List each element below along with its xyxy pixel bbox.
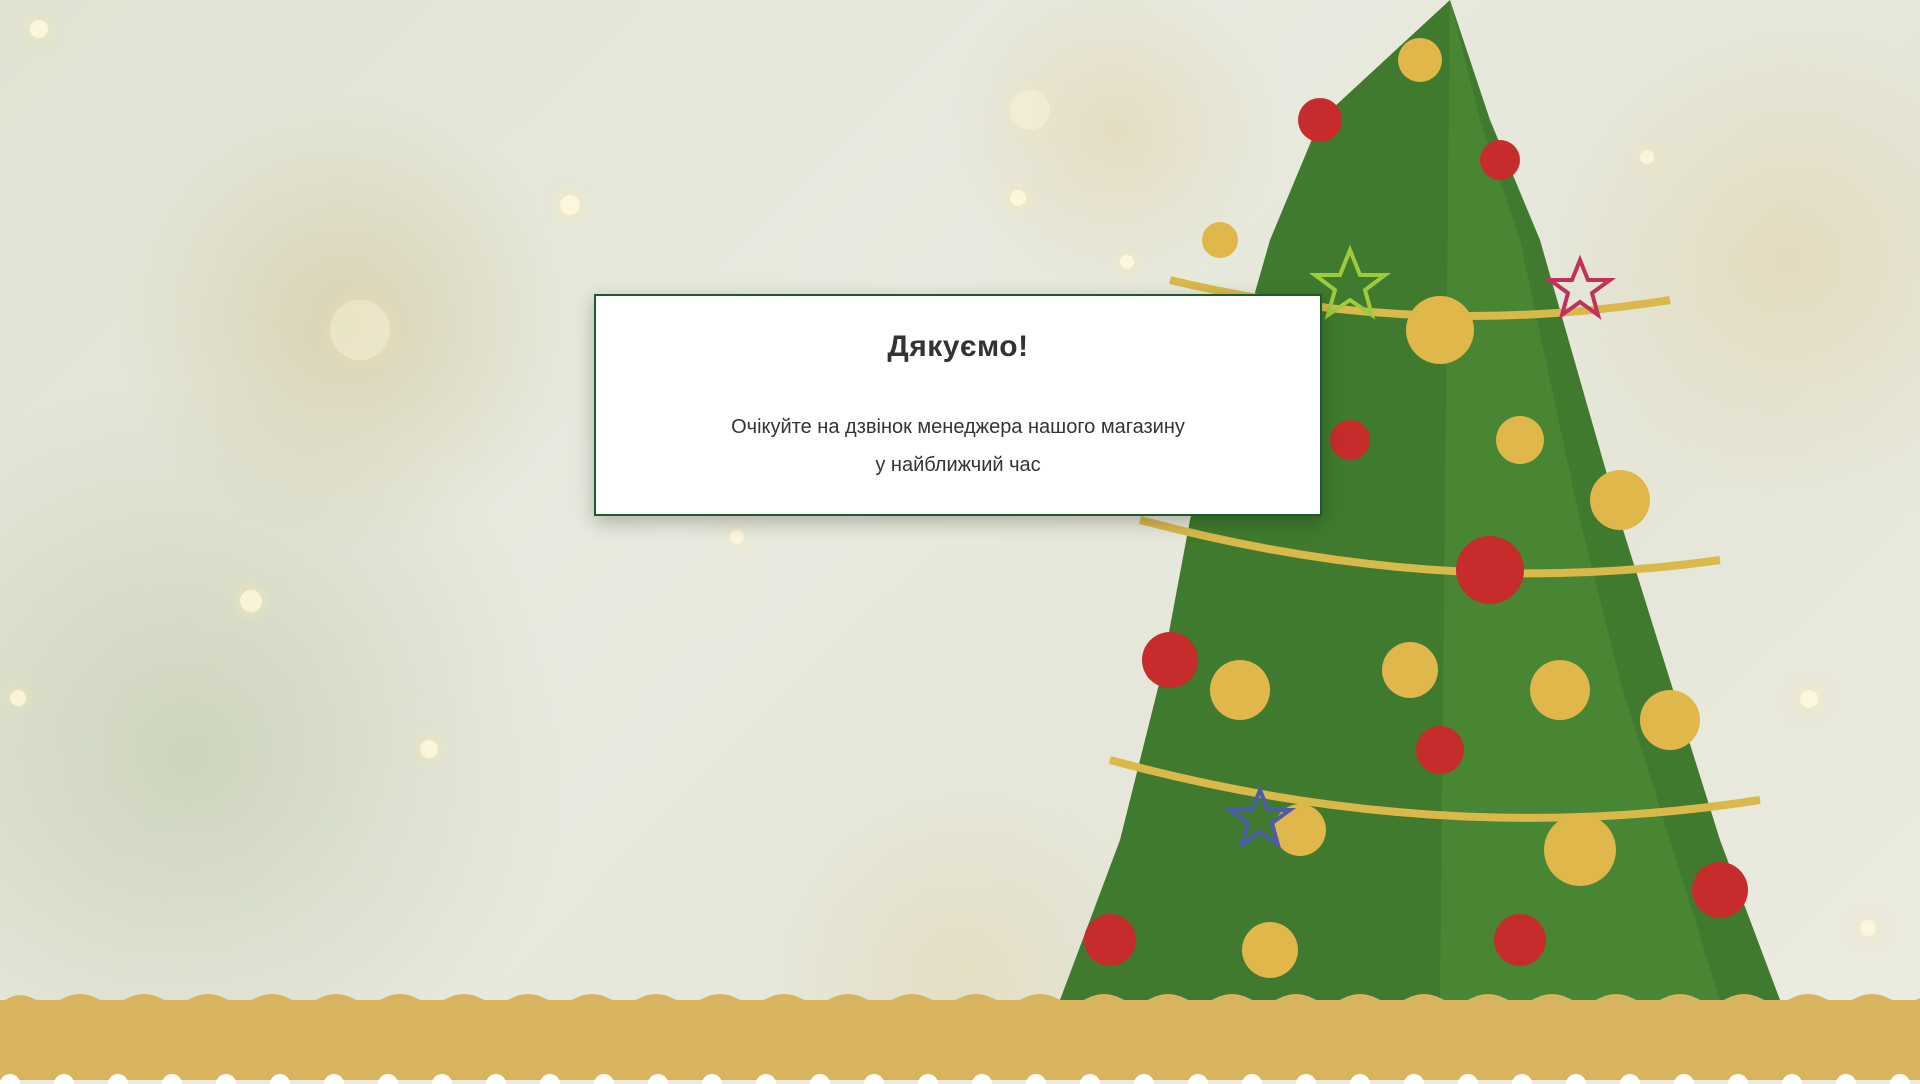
- footer-dotted-edge: [0, 1074, 1910, 1084]
- footer-band: [0, 994, 1920, 1084]
- modal-message-line-1: Очікуйте на дзвінок менеджера нашого маг…: [731, 416, 1185, 438]
- thank-you-modal: Дякуємо! Очікуйте на дзвінок менеджера н…: [594, 294, 1322, 516]
- modal-title: Дякуємо!: [887, 330, 1029, 363]
- modal-message: Очікуйте на дзвінок менеджера нашого маг…: [596, 408, 1320, 484]
- modal-message-line-2: у найближчий час: [875, 454, 1041, 476]
- background-image: [0, 0, 1920, 1080]
- footer-wave-edge: [0, 994, 1920, 1004]
